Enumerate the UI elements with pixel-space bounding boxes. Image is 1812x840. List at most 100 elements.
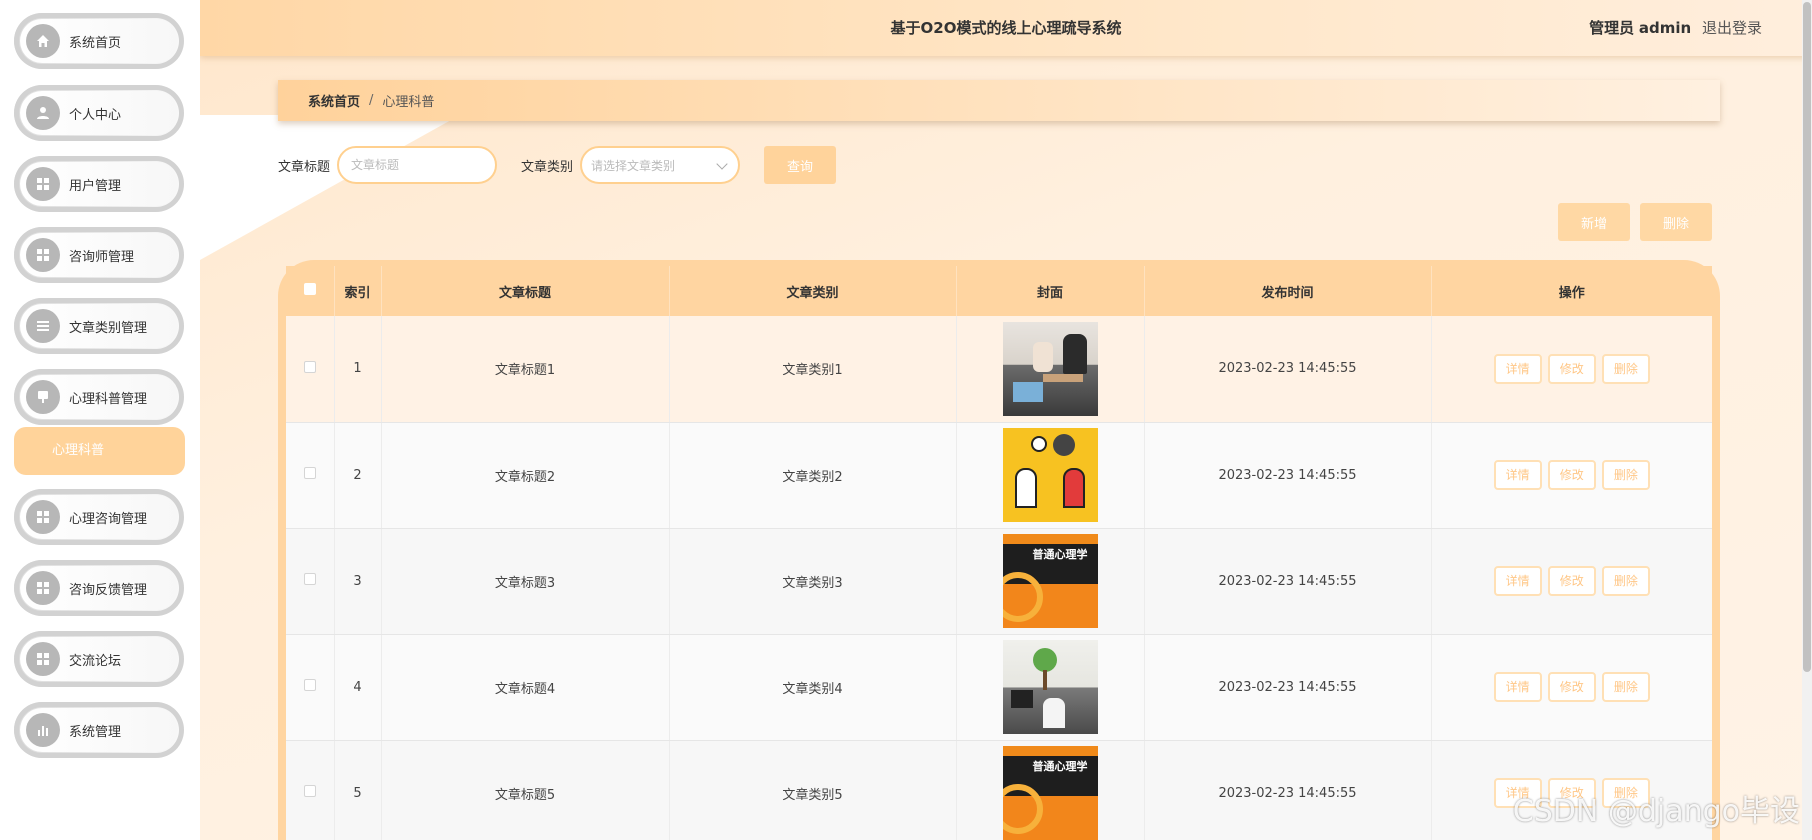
grid-icon <box>26 642 60 676</box>
sidebar-item-label: 心理咨询管理 <box>69 511 148 527</box>
row-category: 文章类别3 <box>668 528 956 635</box>
row-checkbox[interactable] <box>303 785 316 797</box>
column-header: 文章类别 <box>668 266 956 316</box>
sidebar-item-label: 咨询师管理 <box>69 249 135 265</box>
scrollbar-thumb[interactable] <box>1803 2 1811 672</box>
row-publish-time: 2023-02-23 14:45:55 <box>1143 422 1431 529</box>
select-all-checkbox[interactable] <box>303 283 316 295</box>
cover-image <box>1002 428 1098 522</box>
column-header: 索引 <box>333 266 381 316</box>
sidebar-item-counseling-management[interactable]: 心理咨询管理 <box>14 489 184 545</box>
row-title: 文章标题2 <box>380 422 669 529</box>
row-title: 文章标题5 <box>380 740 669 840</box>
user-name: admin <box>1638 19 1692 37</box>
edit-button[interactable]: 修改 <box>1547 460 1596 490</box>
batch-delete-button[interactable]: 删除 <box>1640 203 1712 241</box>
row-category: 文章类别1 <box>668 316 956 423</box>
sidebar: 系统首页 个人中心 用户管理 咨询师管理 文章类别管理 心理科普管理 心理科普 <box>0 0 200 840</box>
sidebar-item-label: 文章类别管理 <box>69 320 148 336</box>
breadcrumb-current: 心理科普 <box>382 95 435 110</box>
row-category: 文章类别4 <box>668 634 956 741</box>
search-bar: 文章标题 文章类别 请选择文章类别 查询 <box>278 146 837 184</box>
row-title: 文章标题1 <box>380 316 669 423</box>
table-row: 3 文章标题3 文章类别3 普通心理学 2023-02-23 14:45:55 … <box>286 528 1712 635</box>
sidebar-item-label: 用户管理 <box>69 178 122 194</box>
row-checkbox[interactable] <box>303 573 316 585</box>
row-publish-time: 2023-02-23 14:45:55 <box>1143 316 1431 423</box>
grid-icon <box>26 571 60 605</box>
title-search-input[interactable] <box>337 146 498 184</box>
sidebar-item-user-management[interactable]: 用户管理 <box>14 156 184 212</box>
sidebar-item-system-management[interactable]: 系统管理 <box>14 702 184 758</box>
row-checkbox[interactable] <box>303 360 316 373</box>
add-button[interactable]: 新增 <box>1558 203 1630 241</box>
sidebar-item-label: 交流论坛 <box>69 653 122 669</box>
detail-button[interactable]: 详情 <box>1493 460 1542 490</box>
edit-button[interactable]: 修改 <box>1547 672 1596 702</box>
sidebar-item-label: 个人中心 <box>69 107 122 123</box>
delete-button[interactable]: 删除 <box>1601 672 1650 702</box>
category-select[interactable]: 请选择文章类别 <box>580 146 741 184</box>
detail-button[interactable]: 详情 <box>1493 566 1542 596</box>
column-header: 发布时间 <box>1143 266 1431 316</box>
title-search-label: 文章标题 <box>278 159 331 175</box>
background-decoration <box>200 115 460 260</box>
breadcrumb: 系统首页 / 心理科普 <box>278 80 1720 121</box>
sidebar-subitem-psychology-science[interactable]: 心理科普 <box>14 427 185 475</box>
row-publish-time: 2023-02-23 14:45:55 <box>1143 634 1431 741</box>
row-category: 文章类别2 <box>668 422 956 529</box>
book-cover-title: 普通心理学 <box>1032 760 1088 773</box>
column-header: 封面 <box>955 266 1144 316</box>
select-all-cell <box>286 266 334 316</box>
cover-image <box>1002 640 1098 734</box>
row-category: 文章类别5 <box>668 740 956 840</box>
breadcrumb-home[interactable]: 系统首页 <box>308 91 360 110</box>
edit-button[interactable]: 修改 <box>1547 566 1596 596</box>
sidebar-item-label: 咨询反馈管理 <box>69 582 148 598</box>
row-checkbox[interactable] <box>303 679 316 691</box>
sidebar-item-home[interactable]: 系统首页 <box>14 13 184 69</box>
sidebar-item-forum[interactable]: 交流论坛 <box>14 631 184 687</box>
delete-button[interactable]: 删除 <box>1601 353 1650 384</box>
user-role: 管理员 <box>1589 19 1635 37</box>
data-table: 索引 文章标题 文章类别 封面 发布时间 操作 1 文章标题1 文章类别1 20… <box>286 266 1712 840</box>
table-row: 1 文章标题1 文章类别1 2023-02-23 14:45:55 详情 修改 … <box>286 316 1712 423</box>
chevron-down-icon <box>716 158 728 170</box>
row-title: 文章标题4 <box>380 634 669 741</box>
sidebar-item-label: 心理科普管理 <box>69 391 148 407</box>
table-row: 5 文章标题5 文章类别5 普通心理学 2023-02-23 14:45:55 … <box>286 740 1712 840</box>
row-index: 1 <box>333 316 381 423</box>
cover-image: 普通心理学 <box>1002 746 1098 840</box>
breadcrumb-separator: / <box>369 93 374 108</box>
row-index: 2 <box>333 422 381 529</box>
main-content: 基于O2O模式的线上心理疏导系统 管理员 admin 退出登录 系统首页 / 心… <box>200 0 1812 840</box>
query-button[interactable]: 查询 <box>764 146 837 184</box>
sidebar-item-label: 系统管理 <box>69 724 122 740</box>
pin-icon <box>26 380 60 414</box>
detail-button[interactable]: 详情 <box>1493 672 1542 702</box>
vertical-scrollbar[interactable] <box>1802 0 1812 840</box>
sidebar-item-psychology-science-management[interactable]: 心理科普管理 <box>14 369 184 425</box>
sidebar-item-counselor-management[interactable]: 咨询师管理 <box>14 227 184 283</box>
delete-button[interactable]: 删除 <box>1601 460 1650 490</box>
top-header: 基于O2O模式的线上心理疏导系统 管理员 admin 退出登录 <box>200 0 1812 56</box>
grid-icon <box>26 167 60 201</box>
edit-button[interactable]: 修改 <box>1547 353 1596 384</box>
row-publish-time: 2023-02-23 14:45:55 <box>1143 740 1431 840</box>
category-select-placeholder: 请选择文章类别 <box>591 158 676 173</box>
sidebar-item-label: 系统首页 <box>69 35 122 51</box>
row-title: 文章标题3 <box>380 528 669 635</box>
logout-link[interactable]: 退出登录 <box>1702 19 1762 37</box>
row-checkbox[interactable] <box>303 467 316 479</box>
delete-button[interactable]: 删除 <box>1601 566 1650 596</box>
home-icon <box>26 24 60 58</box>
sidebar-item-article-category-management[interactable]: 文章类别管理 <box>14 298 184 354</box>
sidebar-item-feedback-management[interactable]: 咨询反馈管理 <box>14 560 184 616</box>
sidebar-item-personal-center[interactable]: 个人中心 <box>14 85 184 141</box>
grid-icon <box>26 238 60 272</box>
row-publish-time: 2023-02-23 14:45:55 <box>1143 528 1431 635</box>
data-table-container: 索引 文章标题 文章类别 封面 发布时间 操作 1 文章标题1 文章类别1 20… <box>278 260 1720 840</box>
detail-button[interactable]: 详情 <box>1493 353 1542 384</box>
bar-chart-icon <box>26 713 60 747</box>
cover-image: 普通心理学 <box>1002 534 1098 628</box>
